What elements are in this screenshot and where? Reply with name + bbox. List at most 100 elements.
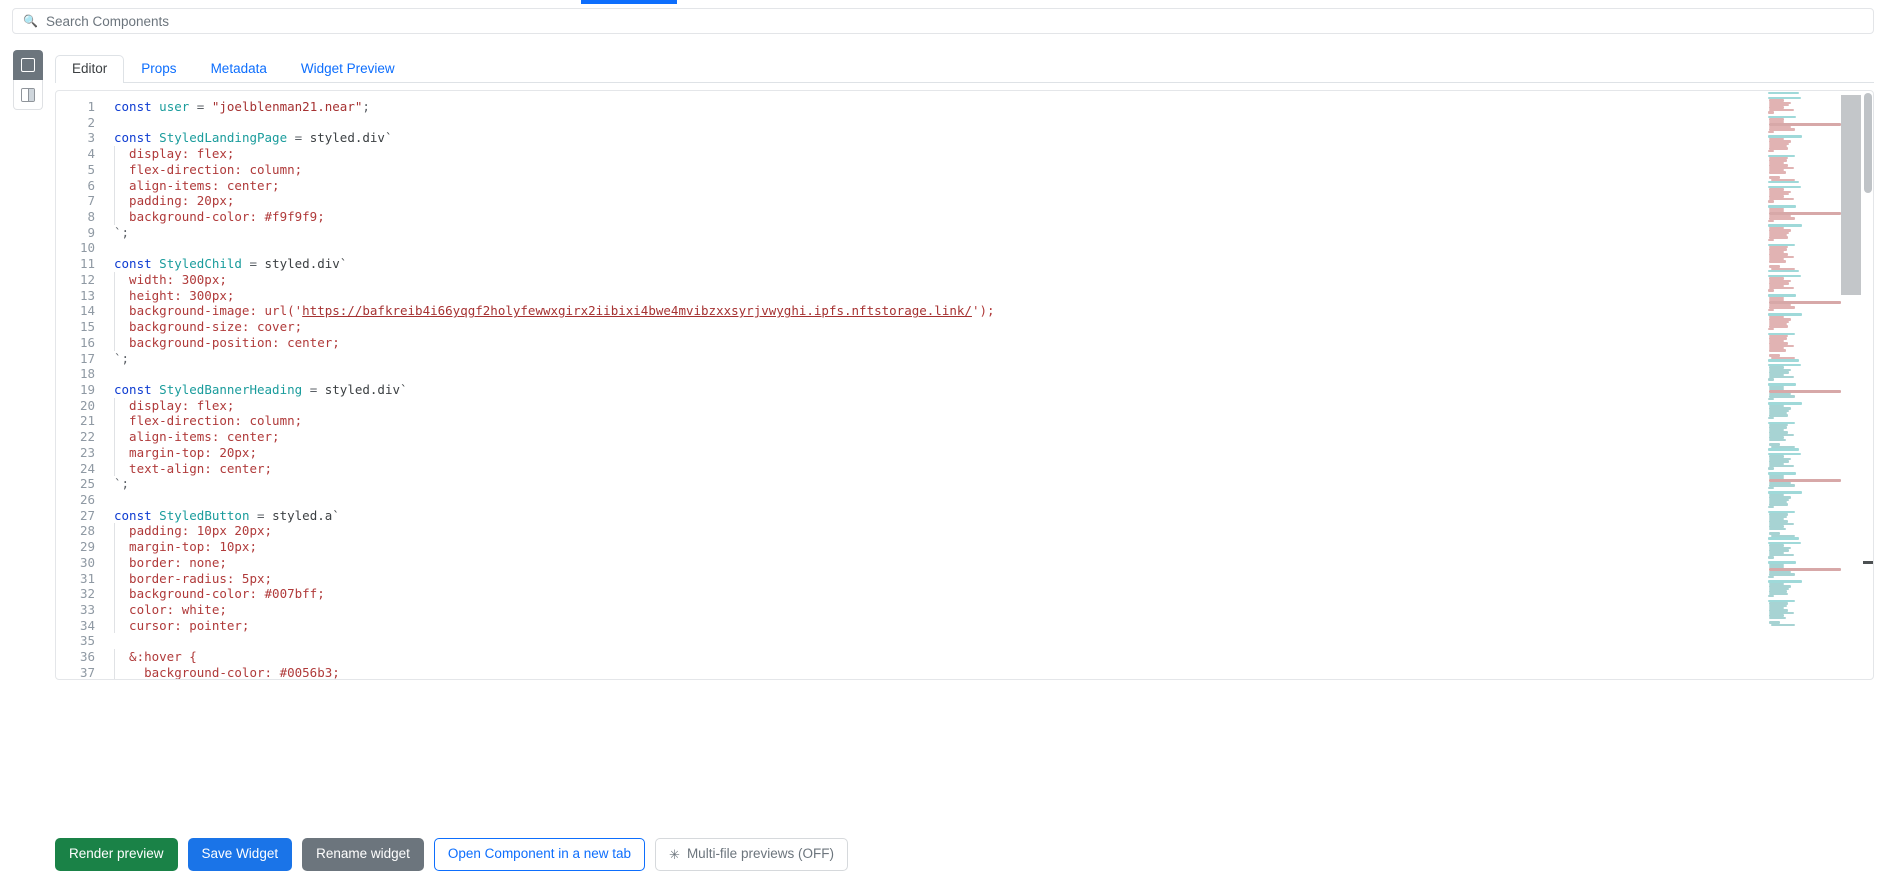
tab-editor[interactable]: Editor xyxy=(55,54,125,83)
code-line[interactable]: `; xyxy=(104,351,1873,367)
editor-tabs: Editor Props Metadata Widget Preview xyxy=(55,54,1874,83)
tab-metadata[interactable]: Metadata xyxy=(194,55,284,83)
code-line[interactable]: background-color: #f9f9f9; xyxy=(104,209,1873,225)
code-line[interactable] xyxy=(104,240,1873,256)
minimap-line xyxy=(1768,441,1861,443)
code-line[interactable]: flex-direction: column; xyxy=(104,161,1873,178)
code-line[interactable] xyxy=(104,115,1873,131)
code-line[interactable] xyxy=(104,633,1873,649)
minimap-line xyxy=(1768,530,1861,532)
render-preview-button[interactable]: Render preview xyxy=(55,838,178,871)
line-number: 31 xyxy=(79,570,95,586)
code-line[interactable] xyxy=(104,492,1873,508)
line-number: 6 xyxy=(87,177,95,193)
code-line[interactable]: border: none; xyxy=(104,554,1873,571)
code-line[interactable]: background-color: #007bff; xyxy=(104,586,1873,602)
code-line[interactable]: `; xyxy=(104,225,1873,241)
rename-widget-button[interactable]: Rename widget xyxy=(302,838,424,871)
code-minimap[interactable] xyxy=(1765,92,1861,679)
line-number: 35 xyxy=(79,633,95,649)
line-number: 14 xyxy=(79,303,95,319)
code-line[interactable]: border-radius: 5px; xyxy=(104,570,1873,587)
line-number: 9 xyxy=(87,224,95,240)
asterisk-icon: ✳ xyxy=(669,846,680,862)
code-line[interactable]: background-image: url('https://bafkreib4… xyxy=(104,303,1873,319)
code-line[interactable]: &:hover { xyxy=(104,649,1873,665)
line-number: 2 xyxy=(87,114,95,130)
tab-widget-preview[interactable]: Widget Preview xyxy=(284,55,412,83)
line-number: 17 xyxy=(79,350,95,366)
line-number: 29 xyxy=(79,539,95,555)
line-number: 24 xyxy=(79,460,95,476)
line-number: 23 xyxy=(79,444,95,460)
code-line[interactable]: display: flex; xyxy=(104,397,1873,414)
line-number: 27 xyxy=(79,507,95,523)
code-line[interactable]: color: white; xyxy=(104,602,1873,618)
code-line[interactable] xyxy=(104,366,1873,382)
search-components-bar[interactable]: 🔍 xyxy=(12,8,1874,34)
code-line[interactable]: background-position: center; xyxy=(104,334,1873,351)
minimap-line xyxy=(1768,263,1861,265)
scrollbar-thumb[interactable] xyxy=(1864,93,1872,193)
code-line[interactable]: height: 300px; xyxy=(104,287,1873,304)
code-line[interactable]: align-items: center; xyxy=(104,429,1873,445)
minimap-line xyxy=(1770,623,1796,627)
minimap-line xyxy=(1768,619,1861,621)
line-number: 13 xyxy=(79,287,95,303)
line-number: 3 xyxy=(87,130,95,146)
code-line[interactable]: const user = "joelblenman21.near"; xyxy=(104,99,1873,115)
line-number: 37 xyxy=(79,664,95,680)
code-line[interactable]: const StyledLandingPage = styled.div` xyxy=(104,130,1873,146)
code-line[interactable]: const StyledButton = styled.a` xyxy=(104,508,1873,524)
line-number-gutter: 1 2 3 4 5 6 7 8 9 10 11 12 13 14 15 16 17 18 19 20 21 22 23 24 2… xyxy=(56,91,104,679)
minimap-line xyxy=(1768,352,1861,354)
code-line[interactable]: padding: 20px; xyxy=(104,193,1873,209)
line-number: 32 xyxy=(79,586,95,602)
code-line[interactable]: margin-top: 10px; xyxy=(104,539,1873,555)
code-line[interactable]: display: flex; xyxy=(104,146,1873,162)
line-number: 26 xyxy=(79,491,95,507)
line-number: 21 xyxy=(79,413,95,429)
code-line[interactable]: padding: 10px 20px; xyxy=(104,523,1873,539)
search-icon: 🔍 xyxy=(23,14,38,28)
tab-props[interactable]: Props xyxy=(124,55,193,83)
layout-rail xyxy=(13,50,43,110)
line-number: 36 xyxy=(79,649,95,665)
code-line[interactable]: width: 300px; xyxy=(104,271,1873,288)
split-pane-layout-button[interactable] xyxy=(13,80,43,110)
line-number: 30 xyxy=(79,554,95,570)
code-line[interactable]: align-items: center; xyxy=(104,177,1873,194)
minimap-line xyxy=(1768,174,1861,176)
code-lines[interactable]: const user = "joelblenman21.near"; const … xyxy=(104,91,1873,679)
code-editor[interactable]: 1 2 3 4 5 6 7 8 9 10 11 12 13 14 15 16 17 18 19 20 21 22 23 24 2… xyxy=(55,90,1874,680)
line-number: 34 xyxy=(79,617,95,633)
multi-file-previews-label: Multi-file previews (OFF) xyxy=(686,846,834,861)
line-number: 5 xyxy=(87,161,95,177)
line-number: 15 xyxy=(79,319,95,335)
editor-vertical-scrollbar[interactable] xyxy=(1863,91,1873,679)
line-number: 25 xyxy=(79,476,95,492)
code-line[interactable]: `; xyxy=(104,476,1873,492)
line-number: 1 xyxy=(87,99,95,114)
save-widget-button[interactable]: Save Widget xyxy=(187,838,293,871)
search-input[interactable] xyxy=(45,13,1863,29)
single-pane-layout-button[interactable] xyxy=(13,50,43,80)
line-number: 28 xyxy=(79,523,95,539)
line-number: 8 xyxy=(87,209,95,225)
line-number: 16 xyxy=(79,334,95,350)
code-line[interactable]: background-color: #0056b3; xyxy=(104,664,1873,679)
code-line[interactable]: const StyledChild = styled.div` xyxy=(104,256,1873,272)
open-component-new-tab-button[interactable]: Open Component in a new tab xyxy=(433,838,646,871)
line-number: 22 xyxy=(79,429,95,445)
code-line[interactable]: background-size: cover; xyxy=(104,319,1873,335)
line-number: 10 xyxy=(79,240,95,256)
code-line[interactable]: cursor: pointer; xyxy=(104,617,1873,634)
scrollbar-marker xyxy=(1863,561,1873,564)
code-line[interactable]: text-align: center; xyxy=(104,460,1873,477)
top-clipped-bar xyxy=(581,0,677,4)
code-line[interactable]: margin-top: 20px; xyxy=(104,444,1873,461)
multi-file-previews-toggle[interactable]: ✳ Multi-file previews (OFF) xyxy=(655,838,848,871)
code-line[interactable]: flex-direction: column; xyxy=(104,413,1873,429)
single-pane-layout-icon xyxy=(21,58,35,72)
code-line[interactable]: const StyledBannerHeading = styled.div` xyxy=(104,382,1873,398)
